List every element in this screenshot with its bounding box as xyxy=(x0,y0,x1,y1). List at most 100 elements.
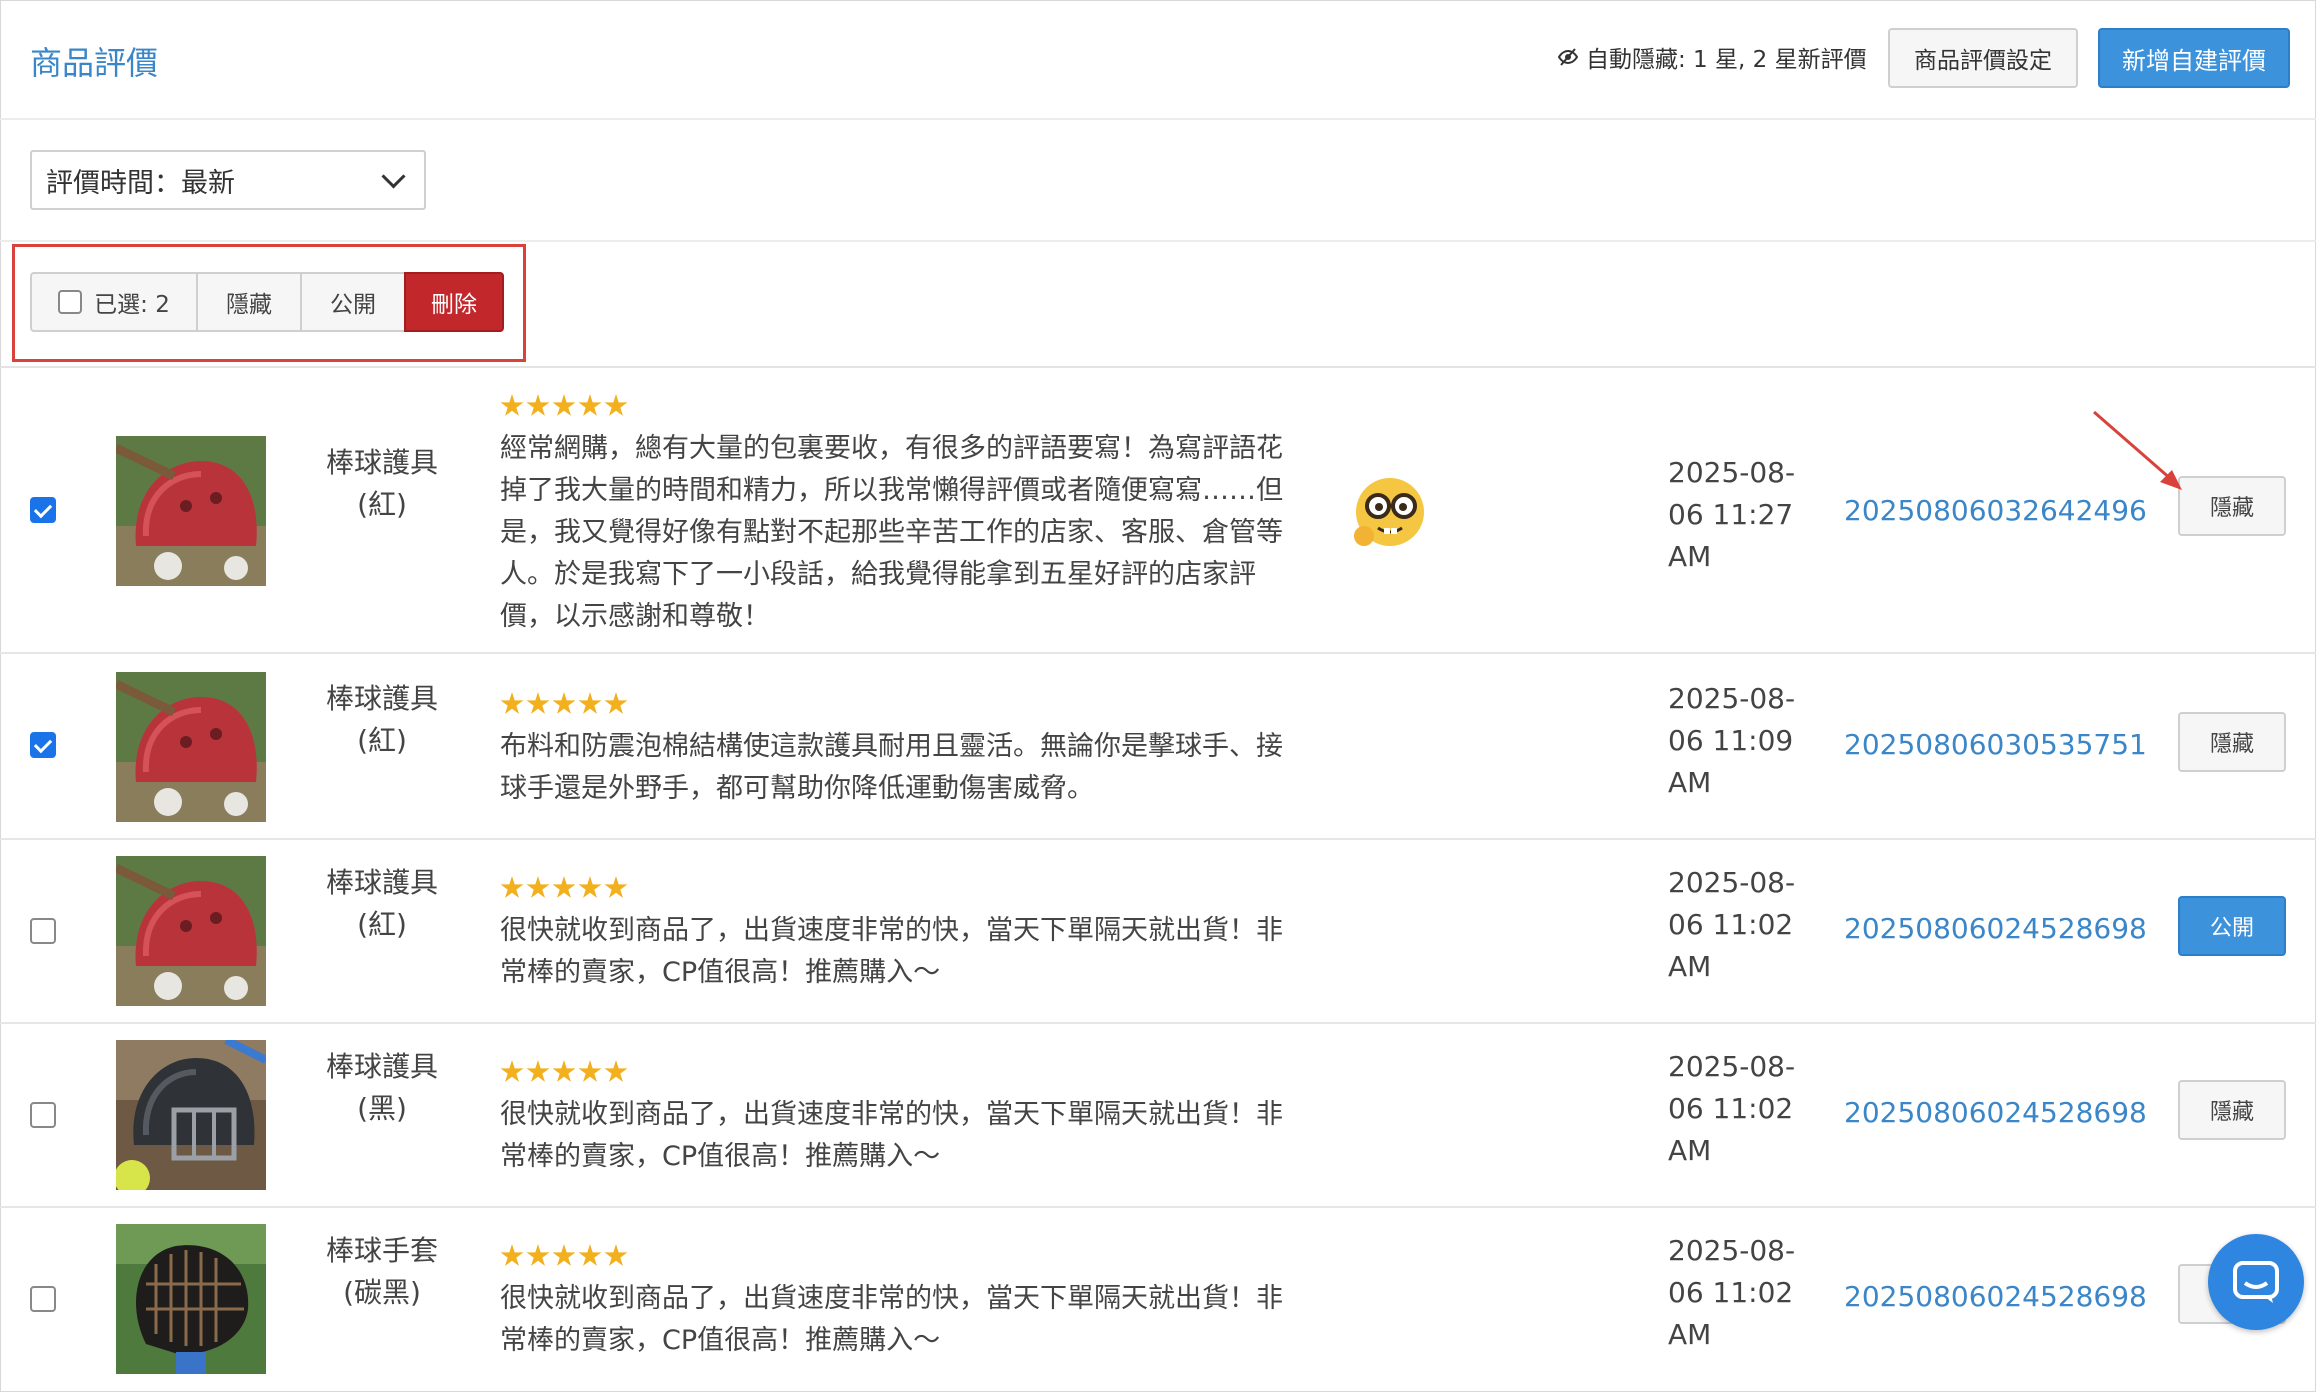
star-icon xyxy=(552,692,576,714)
add-review-button[interactable]: 新增自建評價 xyxy=(2098,28,2290,88)
date-part: 2025-08- xyxy=(1668,456,1796,489)
review-date: 2025-08- 06 11:09 AM xyxy=(1668,678,1798,804)
product-thumbnail xyxy=(116,672,266,822)
row-checkbox[interactable] xyxy=(30,1286,56,1312)
time-part: 06 11:02 xyxy=(1668,908,1794,941)
product-variant: (紅) xyxy=(357,488,407,521)
star-icon xyxy=(552,1244,576,1266)
order-id-link[interactable]: 20250806024528698 xyxy=(1844,1280,2147,1313)
chevron-down-icon xyxy=(381,164,406,189)
star-icon xyxy=(526,394,550,416)
date-part: 2025-08- xyxy=(1668,866,1796,899)
date-part: 2025-08- xyxy=(1668,1050,1796,1083)
bulk-action-bar: 已選: 2 隱藏 公開 刪除 xyxy=(0,242,2316,368)
star-icon xyxy=(578,692,602,714)
review-settings-button[interactable]: 商品評價設定 xyxy=(1888,28,2078,88)
time-part: 06 11:02 xyxy=(1668,1092,1794,1125)
ampm-part: AM xyxy=(1668,950,1712,983)
review-date: 2025-08- 06 11:02 AM xyxy=(1668,1230,1798,1356)
ampm-part: AM xyxy=(1668,1318,1712,1351)
star-icon xyxy=(604,876,628,898)
star-icon xyxy=(552,876,576,898)
row-hide-button[interactable]: 隱藏 xyxy=(2178,1080,2286,1140)
star-icon xyxy=(604,692,628,714)
star-icon xyxy=(526,1060,550,1082)
star-rating xyxy=(500,692,628,716)
product-name-line: 棒球護具 xyxy=(325,446,438,479)
star-icon xyxy=(500,1244,524,1266)
product-thumbnail xyxy=(116,436,266,586)
annotation-arrow-icon xyxy=(2093,410,2182,490)
time-part: 06 11:02 xyxy=(1668,1276,1794,1309)
row-checkbox[interactable] xyxy=(30,918,56,944)
product-thumbnail xyxy=(116,1224,266,1374)
product-thumbnail xyxy=(116,1040,266,1190)
ampm-part: AM xyxy=(1668,540,1712,573)
select-all-checkbox[interactable] xyxy=(58,290,83,314)
star-icon xyxy=(604,1244,628,1266)
star-icon xyxy=(578,876,602,898)
bulk-delete-button[interactable]: 刪除 xyxy=(404,272,504,332)
product-variant: (紅) xyxy=(357,908,407,941)
time-part: 06 11:27 xyxy=(1668,498,1794,531)
select-all-toggle[interactable]: 已選: 2 xyxy=(30,272,198,332)
row-checkbox[interactable] xyxy=(30,732,56,758)
star-icon xyxy=(578,1060,602,1082)
product-variant: (紅) xyxy=(357,724,407,757)
page-title: 商品評價 xyxy=(30,44,159,82)
order-id-link[interactable]: 20250806030535751 xyxy=(1844,728,2147,761)
row-hide-button[interactable]: 隱藏 xyxy=(2178,712,2286,772)
star-icon xyxy=(578,1244,602,1266)
order-id-link[interactable]: 20250806024528698 xyxy=(1844,912,2147,945)
bulk-hide-button[interactable]: 隱藏 xyxy=(196,272,302,332)
eye-off-icon xyxy=(1558,48,1578,66)
nerd-face-emoji xyxy=(1350,474,1430,554)
row-checkbox[interactable] xyxy=(30,497,56,523)
review-date: 2025-08- 06 11:02 AM xyxy=(1668,1046,1798,1172)
row-public-button[interactable]: 公開 xyxy=(2178,896,2286,956)
star-icon xyxy=(526,692,550,714)
star-icon xyxy=(526,876,550,898)
star-icon xyxy=(604,1060,628,1082)
product-name: 棒球護具 (黑) xyxy=(310,1046,454,1130)
review-row: 棒球手套 (碳黑) 很快就收到商品了，出貨速度非常的快，當天下單隔天就出貨！非常… xyxy=(0,1208,2316,1390)
bulk-public-button[interactable]: 公開 xyxy=(300,272,406,332)
star-icon xyxy=(500,692,524,714)
product-name-line: 棒球護具 xyxy=(325,1050,438,1083)
review-text: 很快就收到商品了，出貨速度非常的快，當天下單隔天就出貨！非常棒的賣家，CP值很高… xyxy=(500,1283,1283,1356)
product-name-line: 棒球護具 xyxy=(325,866,438,899)
star-rating xyxy=(500,394,628,418)
product-name: 棒球護具 (紅) xyxy=(310,678,454,762)
review-row: 棒球護具 (紅) 經常網購，總有大量的包裏要收，有很多的評語要寫！為寫評語花掉了… xyxy=(0,368,2316,654)
ampm-part: AM xyxy=(1668,766,1712,799)
time-part: 06 11:09 xyxy=(1668,724,1794,757)
review-text: 布料和防震泡棉結構使這款護具耐用且靈活。無論你是擊球手、接球手還是外野手，都可幫… xyxy=(500,731,1283,804)
row-hide-button[interactable]: 隱藏 xyxy=(2178,476,2286,536)
star-rating xyxy=(500,1060,628,1084)
chat-icon xyxy=(2233,1261,2279,1303)
product-name-line: 棒球手套 xyxy=(325,1234,438,1267)
ampm-part: AM xyxy=(1668,1134,1712,1167)
bulk-action-group: 已選: 2 隱藏 公開 刪除 xyxy=(30,272,504,332)
order-id-link[interactable]: 20250806032642496 xyxy=(1844,494,2147,527)
review-row: 棒球護具 (黑) 很快就收到商品了，出貨速度非常的快，當天下單隔天就出貨！非常棒… xyxy=(0,1024,2316,1208)
product-variant: (碳黑) xyxy=(343,1276,421,1309)
auto-hide-status: 自動隱藏: 1 星, 2 星新評價 xyxy=(1558,40,1867,74)
review-text: 很快就收到商品了，出貨速度非常的快，當天下單隔天就出貨！非常棒的賣家，CP值很高… xyxy=(500,915,1283,988)
sort-select[interactable]: 評價時間：最新 xyxy=(30,150,426,210)
selected-count: 已選: 2 xyxy=(94,292,170,318)
date-part: 2025-08- xyxy=(1668,1234,1796,1267)
star-icon xyxy=(552,1060,576,1082)
order-id-link[interactable]: 20250806024528698 xyxy=(1844,1096,2147,1129)
chat-support-button[interactable] xyxy=(2208,1234,2304,1330)
product-thumbnail xyxy=(116,856,266,1006)
product-name: 棒球護具 (紅) xyxy=(310,442,454,526)
review-date: 2025-08- 06 11:02 AM xyxy=(1668,862,1798,988)
sort-select-value: 評價時間：最新 xyxy=(46,167,235,199)
product-name-line: 棒球護具 xyxy=(325,682,438,715)
star-icon xyxy=(552,394,576,416)
star-icon xyxy=(578,394,602,416)
review-text: 很快就收到商品了，出貨速度非常的快，當天下單隔天就出貨！非常棒的賣家，CP值很高… xyxy=(500,1099,1283,1172)
page-header: 商品評價 自動隱藏: 1 星, 2 星新評價 商品評價設定 新增自建評價 xyxy=(0,0,2316,120)
row-checkbox[interactable] xyxy=(30,1102,56,1128)
